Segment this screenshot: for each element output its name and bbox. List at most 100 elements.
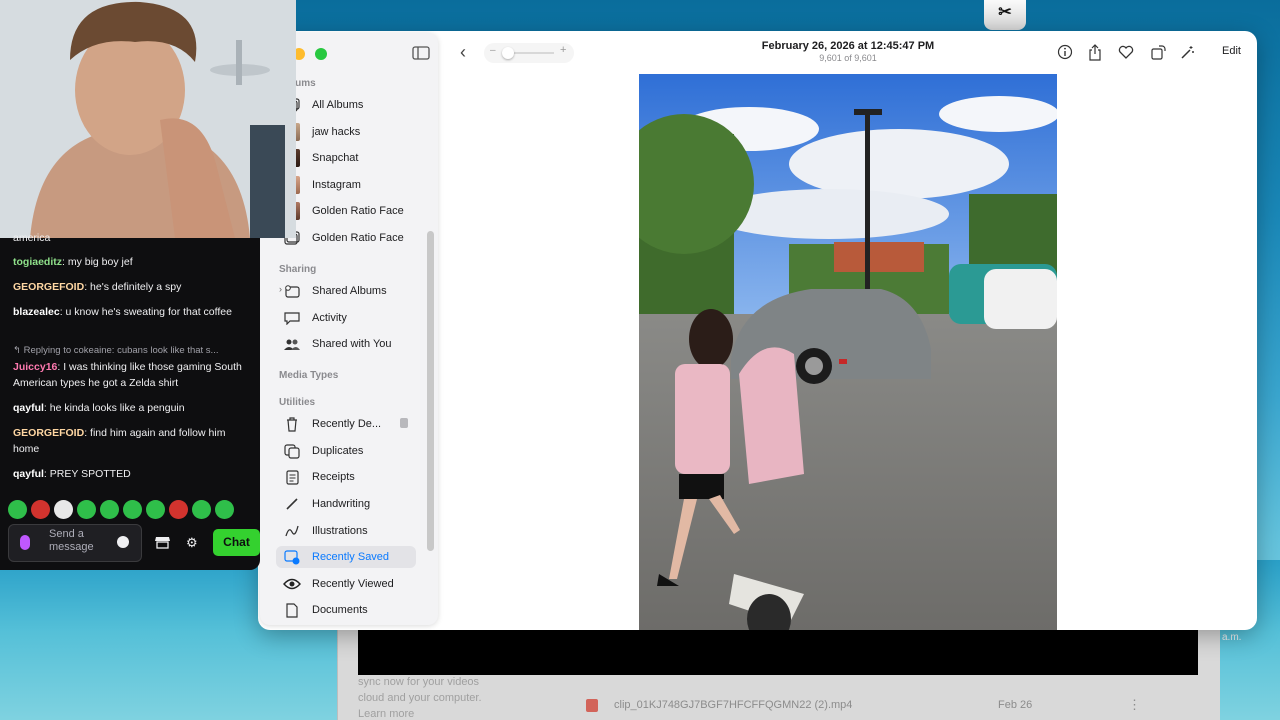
- info-icon[interactable]: [1056, 43, 1074, 61]
- sidebar-item-illustrations[interactable]: Illustrations: [282, 520, 422, 542]
- sidebar-item-golden-ratio-face[interactable]: Golden Ratio Face: [282, 200, 422, 222]
- chat-username[interactable]: togiaeditz: [13, 256, 62, 268]
- sidebar-item-recently-deleted[interactable]: Recently De...: [282, 413, 422, 435]
- chat-send-button[interactable]: Chat: [213, 529, 260, 556]
- sidebar-scrollbar[interactable]: [427, 231, 434, 551]
- chat-text: PREY SPOTTED: [49, 468, 131, 480]
- sidebar-item-instagram[interactable]: Instagram: [282, 174, 422, 196]
- sidebar-item-shared-with-you[interactable]: Shared with You: [282, 333, 422, 355]
- background-video: [358, 625, 1198, 675]
- pen-icon: [282, 495, 302, 513]
- people-icon: [282, 335, 302, 353]
- chat-username[interactable]: blazealec: [13, 306, 60, 318]
- sidebar-item-label: Illustrations: [312, 525, 368, 537]
- sidebar-item-activity[interactable]: Activity: [282, 307, 422, 329]
- emote-icon[interactable]: [54, 500, 73, 519]
- photo-count: 9,601 of 9,601: [819, 53, 877, 63]
- recently-saved-icon: [282, 548, 302, 566]
- photo-date: February 26, 2026 at 12:45:47 PM: [761, 40, 935, 52]
- sidebar-toggle-icon[interactable]: [412, 46, 430, 60]
- emoji-picker-icon[interactable]: [117, 536, 129, 548]
- emote-icon[interactable]: [31, 500, 50, 519]
- background-text: cloud and your computer.: [358, 692, 482, 704]
- section-sharing: Sharing: [279, 264, 317, 275]
- sidebar-item-label: Handwriting: [312, 498, 371, 510]
- microphone-icon[interactable]: [20, 535, 30, 550]
- sidebar-item-label: Snapchat: [312, 152, 359, 164]
- document-icon: [282, 601, 302, 619]
- emote-icon[interactable]: [169, 500, 188, 519]
- gear-icon[interactable]: ⚙: [186, 535, 198, 551]
- eye-icon: [282, 575, 302, 593]
- emote-icon[interactable]: [146, 500, 165, 519]
- sidebar-item-snapchat[interactable]: Snapchat: [282, 147, 422, 169]
- sidebar-item-jaw-hacks[interactable]: jaw hacks: [282, 121, 422, 143]
- store-icon[interactable]: [155, 536, 170, 549]
- sidebar-item-receipts[interactable]: Receipts: [282, 466, 422, 488]
- background-file-name[interactable]: clip_01KJ748GJ7BGF7HFCFFQGMN22 (2).mp4: [614, 699, 852, 711]
- reply-context: ↰ Replying to cokeaine: cubans look like…: [13, 345, 218, 356]
- chat-message: togiaeditz: my big boy jef: [13, 254, 249, 270]
- favorite-heart-icon[interactable]: [1117, 43, 1135, 61]
- sidebar-item-duplicates[interactable]: Duplicates: [282, 440, 422, 462]
- edit-button[interactable]: Edit: [1222, 45, 1241, 57]
- reply-icon: ↰: [13, 345, 24, 356]
- section-media-types[interactable]: Media Types: [279, 370, 338, 381]
- sidebar-item-recently-viewed[interactable]: Recently Viewed: [282, 573, 422, 595]
- sidebar-item-golden-ratio-face-2[interactable]: Golden Ratio Face: [282, 227, 422, 249]
- trash-icon: [282, 415, 302, 433]
- photo-viewer-image[interactable]: [639, 74, 1057, 630]
- fullscreen-button[interactable]: [315, 48, 327, 60]
- share-icon[interactable]: [1086, 43, 1104, 61]
- chat-username[interactable]: qayful: [13, 468, 44, 480]
- sidebar-item-shared-albums[interactable]: Shared Albums: [282, 280, 422, 302]
- chat-text: he kinda looks like a penguin: [49, 402, 185, 414]
- sidebar-item-label: Activity: [312, 312, 347, 324]
- chat-message: Juiccy16: I was thinking like those gami…: [13, 359, 249, 391]
- chat-username[interactable]: qayful: [13, 402, 44, 414]
- chat-input-placeholder: Send a message: [49, 528, 94, 553]
- chat-message: qayful: PREY SPOTTED: [13, 466, 249, 482]
- receipt-icon: [282, 468, 302, 486]
- activity-icon: [282, 309, 302, 327]
- shared-albums-icon: [282, 282, 302, 300]
- sidebar-item-recently-saved[interactable]: Recently Saved: [276, 546, 416, 568]
- emote-icon[interactable]: [192, 500, 211, 519]
- webcam-feed: [0, 0, 296, 238]
- chat-username[interactable]: GEORGEFOID: [13, 427, 84, 439]
- auto-enhance-icon[interactable]: [1178, 43, 1196, 61]
- sidebar-item-documents[interactable]: Documents: [282, 599, 422, 621]
- lock-icon: [400, 418, 408, 428]
- zoom-slider-knob[interactable]: [502, 47, 514, 59]
- sidebar-item-label: Shared with You: [312, 338, 392, 350]
- emote-row: [8, 500, 248, 520]
- emote-icon[interactable]: [123, 500, 142, 519]
- rotate-icon[interactable]: [1149, 43, 1167, 61]
- stream-chat-panel: america togiaeditz: my big boy jef GEORG…: [0, 232, 260, 570]
- sidebar-item-handwriting[interactable]: Handwriting: [282, 493, 422, 515]
- emote-icon[interactable]: [8, 500, 27, 519]
- zoom-out-icon[interactable]: –: [490, 45, 496, 56]
- chat-username[interactable]: Juiccy16: [13, 361, 57, 373]
- more-options-icon[interactable]: ⋮: [1128, 697, 1141, 713]
- emote-icon[interactable]: [100, 500, 119, 519]
- duplicates-icon: [282, 442, 302, 460]
- chat-message: GEORGEFOID: find him again and follow hi…: [13, 425, 249, 457]
- zoom-in-icon[interactable]: +: [560, 44, 566, 56]
- illustration-icon: [282, 522, 302, 540]
- parking-lot-photo: [639, 74, 1057, 630]
- reply-text: Replying to cokeaine: cubans look like t…: [23, 345, 219, 356]
- section-utilities[interactable]: Utilities: [279, 397, 315, 408]
- chat-message: blazealec: u know he's sweating for that…: [13, 304, 249, 320]
- sidebar-item-label: Instagram: [312, 179, 361, 191]
- background-text: Learn more: [358, 708, 415, 720]
- chat-message: GEORGEFOID: he's definitely a spy: [13, 279, 249, 295]
- back-button[interactable]: ‹: [452, 42, 474, 64]
- chat-text: u know he's sweating for that coffee: [65, 306, 232, 318]
- sidebar-item-all-albums[interactable]: All Albums: [282, 94, 422, 116]
- streamer-camera-image: [0, 0, 296, 238]
- chat-username[interactable]: GEORGEFOID: [13, 281, 84, 293]
- capcut-app-icon[interactable]: ✂: [984, 0, 1026, 30]
- emote-icon[interactable]: [215, 500, 234, 519]
- emote-icon[interactable]: [77, 500, 96, 519]
